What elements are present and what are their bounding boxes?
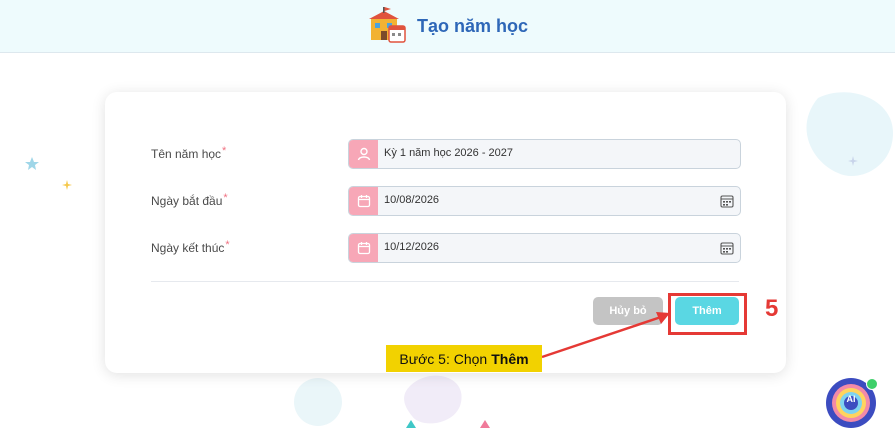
step-caption-bold: Thêm [491, 350, 529, 367]
ai-label: AI [846, 394, 856, 404]
step-caption: Bước 5: Chọn Thêm [386, 345, 542, 372]
online-status-dot [866, 378, 878, 390]
step-caption-text: Bước 5: Chọn [399, 350, 488, 367]
ai-assistant-button[interactable]: AI [826, 378, 878, 428]
